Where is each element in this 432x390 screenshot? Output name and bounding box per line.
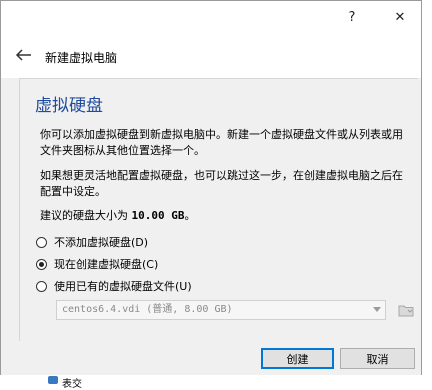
choose-disk-button[interactable] xyxy=(396,300,416,320)
existing-disk-value: centos6.4.vdi (普通, 8.00 GB) xyxy=(62,304,233,315)
radio-label: 使用已有的虚拟硬盘文件(U) xyxy=(54,280,192,293)
create-button[interactable]: 创建 xyxy=(261,348,334,369)
help-button[interactable]: ? xyxy=(329,1,375,33)
dialog-footer: 创建 取消 xyxy=(1,341,421,375)
folder-icon xyxy=(398,305,414,317)
description-text: 你可以添加虚拟硬盘到新虚拟电脑中。新建一个虚拟硬盘文件或从列表或用文件夹图标从其… xyxy=(40,128,403,157)
recommend-suffix: 。 xyxy=(184,209,196,222)
page-title: 虚拟硬盘 xyxy=(35,96,103,116)
wizard-title: 新建虚拟电脑 xyxy=(45,51,118,65)
background-item-icon xyxy=(48,376,58,384)
recommended-size-value: 10.00 GB xyxy=(131,209,185,222)
background-item-label: 表交 xyxy=(62,379,82,390)
radio-button[interactable] xyxy=(36,280,47,292)
radio-button[interactable] xyxy=(36,258,47,270)
radio-label: 现在创建虚拟硬盘(C) xyxy=(54,258,159,271)
back-arrow-icon[interactable] xyxy=(13,47,33,63)
radio-no-disk[interactable]: 不添加虚拟硬盘(D) xyxy=(36,234,148,250)
wizard-page: 虚拟硬盘 你可以添加虚拟硬盘到新虚拟电脑中。新建一个虚拟硬盘文件或从列表或用文件… xyxy=(19,78,418,342)
close-button[interactable]: ✕ xyxy=(377,1,423,33)
new-vm-dialog: ? ✕ 新建虚拟电脑 虚拟硬盘 你可以添加虚拟硬盘到新虚拟电脑中。新建一个虚拟硬… xyxy=(0,0,422,375)
wizard-header: 新建虚拟电脑 xyxy=(1,33,421,78)
cancel-button[interactable]: 取消 xyxy=(340,348,415,369)
recommended-size-text: 建议的硬盘大小为 10.00 GB。 xyxy=(40,207,195,223)
radio-label: 不添加虚拟硬盘(D) xyxy=(54,236,149,249)
chevron-down-icon xyxy=(373,307,381,312)
radio-existing-disk[interactable]: 使用已有的虚拟硬盘文件(U) xyxy=(36,278,192,294)
existing-disk-select[interactable]: centos6.4.vdi (普通, 8.00 GB) xyxy=(56,300,386,320)
hint-text: 如果想更灵活地配置虚拟硬盘，也可以跳过这一步，在创建虚拟电脑之后在配置中设定。 xyxy=(40,169,403,198)
recommend-prefix: 建议的硬盘大小为 xyxy=(40,209,132,222)
title-bar: ? ✕ xyxy=(1,1,421,33)
radio-create-disk[interactable]: 现在创建虚拟硬盘(C) xyxy=(36,256,158,272)
radio-button[interactable] xyxy=(36,236,47,248)
